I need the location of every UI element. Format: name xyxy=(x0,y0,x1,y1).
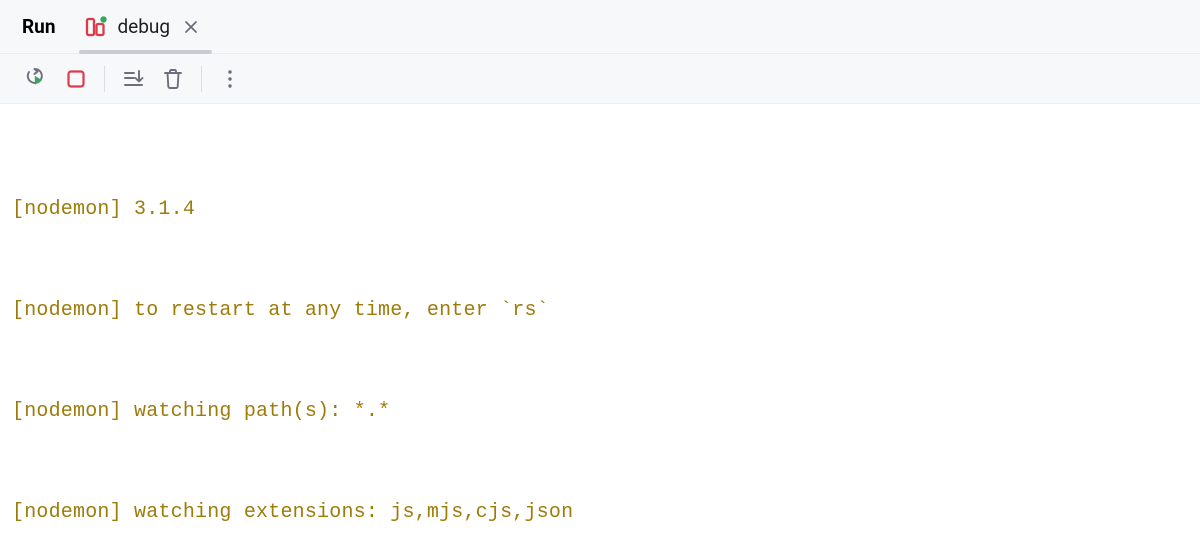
toolbar-separator xyxy=(104,66,105,92)
run-config-icon xyxy=(85,16,107,38)
tab-strip: Run debug xyxy=(0,0,1200,54)
toolbar-separator xyxy=(201,66,202,92)
kebab-icon xyxy=(227,69,233,89)
tab-debug[interactable]: debug xyxy=(81,0,210,53)
trash-icon xyxy=(163,68,183,90)
rerun-button[interactable] xyxy=(18,61,54,97)
console-line: [nodemon] 3.1.4 xyxy=(12,193,1188,227)
stop-icon xyxy=(66,69,86,89)
panel-title: Run xyxy=(0,0,81,53)
more-actions-button[interactable] xyxy=(212,61,248,97)
run-toolbar xyxy=(0,54,1200,104)
scroll-to-end-icon xyxy=(122,68,144,90)
close-icon xyxy=(184,20,198,34)
tab-label: debug xyxy=(117,15,170,38)
console-output[interactable]: [nodemon] 3.1.4 [nodemon] to restart at … xyxy=(0,104,1200,560)
console-line: [nodemon] to restart at any time, enter … xyxy=(12,294,1188,328)
console-line: [nodemon] watching extensions: js,mjs,cj… xyxy=(12,496,1188,530)
tab-active-underline xyxy=(79,50,212,54)
rerun-icon xyxy=(25,68,47,90)
tab-close-button[interactable] xyxy=(180,16,202,38)
clear-all-button[interactable] xyxy=(155,61,191,97)
console-line: [nodemon] watching path(s): *.* xyxy=(12,395,1188,429)
scroll-to-end-button[interactable] xyxy=(115,61,151,97)
stop-button[interactable] xyxy=(58,61,94,97)
